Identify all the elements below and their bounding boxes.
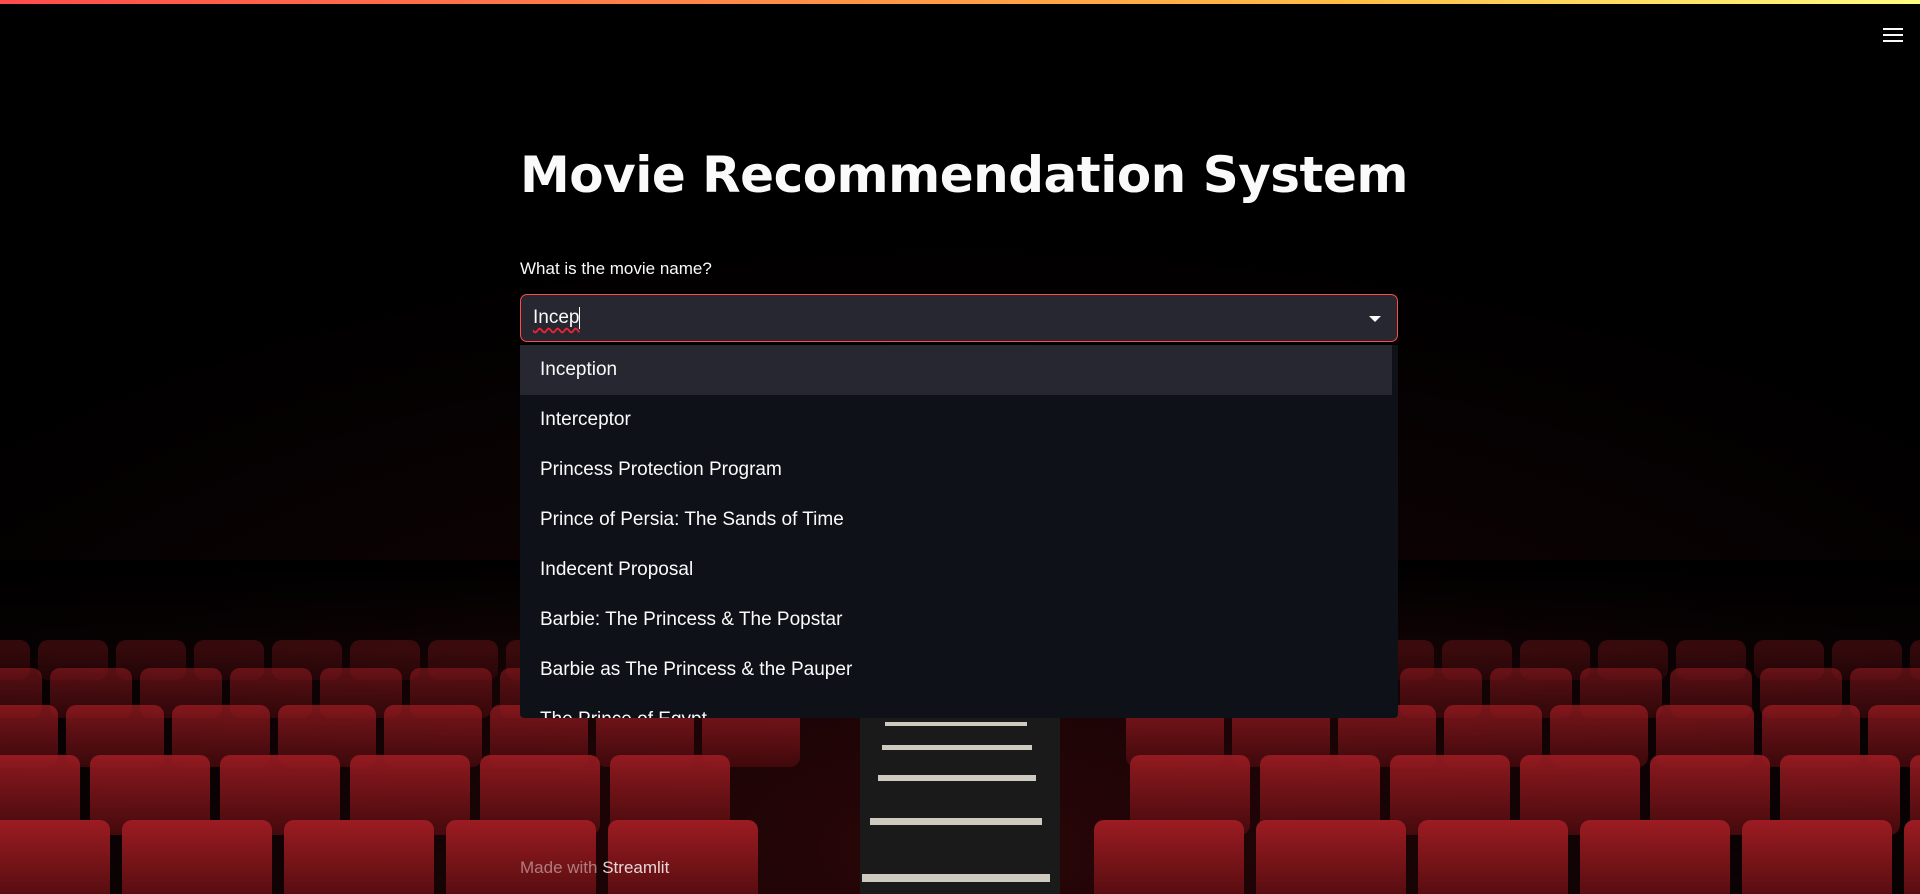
- chevron-down-icon[interactable]: [1367, 312, 1383, 324]
- option-item[interactable]: Inception: [520, 345, 1392, 395]
- page-title: Movie Recommendation System: [520, 146, 1408, 204]
- option-item[interactable]: The Prince of Egypt: [520, 695, 1398, 718]
- option-item[interactable]: Barbie: The Princess & The Popstar: [520, 595, 1398, 645]
- theater-seat: [1256, 820, 1406, 894]
- option-item[interactable]: Princess Protection Program: [520, 445, 1398, 495]
- movie-select[interactable]: Incep: [520, 294, 1398, 342]
- theater-seat: [1580, 820, 1730, 894]
- streamlit-link[interactable]: Streamlit: [602, 858, 669, 877]
- theater-seat: [1418, 820, 1568, 894]
- footer: Made with Streamlit: [520, 858, 669, 878]
- theater-seat: [608, 820, 758, 894]
- option-item[interactable]: Prince of Persia: The Sands of Time: [520, 495, 1398, 545]
- theater-seat: [1742, 820, 1892, 894]
- option-item[interactable]: Barbie as The Princess & the Pauper: [520, 645, 1398, 695]
- app-page: Movie Recommendation System What is the …: [0, 0, 1920, 894]
- movie-search-value: Incep: [533, 307, 580, 328]
- option-item[interactable]: Interceptor: [520, 395, 1398, 445]
- theater-seat: [0, 820, 110, 894]
- movie-search-input[interactable]: Incep: [533, 295, 1333, 341]
- hamburger-menu-icon[interactable]: [1878, 22, 1908, 48]
- movie-options-dropdown: Inception Interceptor Princess Protectio…: [520, 345, 1398, 718]
- theater-seat: [1094, 820, 1244, 894]
- text-cursor: [579, 306, 581, 329]
- theater-seat: [284, 820, 434, 894]
- movie-select-label: What is the movie name?: [520, 259, 712, 278]
- theater-seat: [1904, 820, 1920, 894]
- theater-seat: [446, 820, 596, 894]
- footer-prefix: Made with: [520, 858, 598, 877]
- option-item[interactable]: Indecent Proposal: [520, 545, 1398, 595]
- header-accent-bar: [0, 0, 1920, 4]
- theater-seat: [122, 820, 272, 894]
